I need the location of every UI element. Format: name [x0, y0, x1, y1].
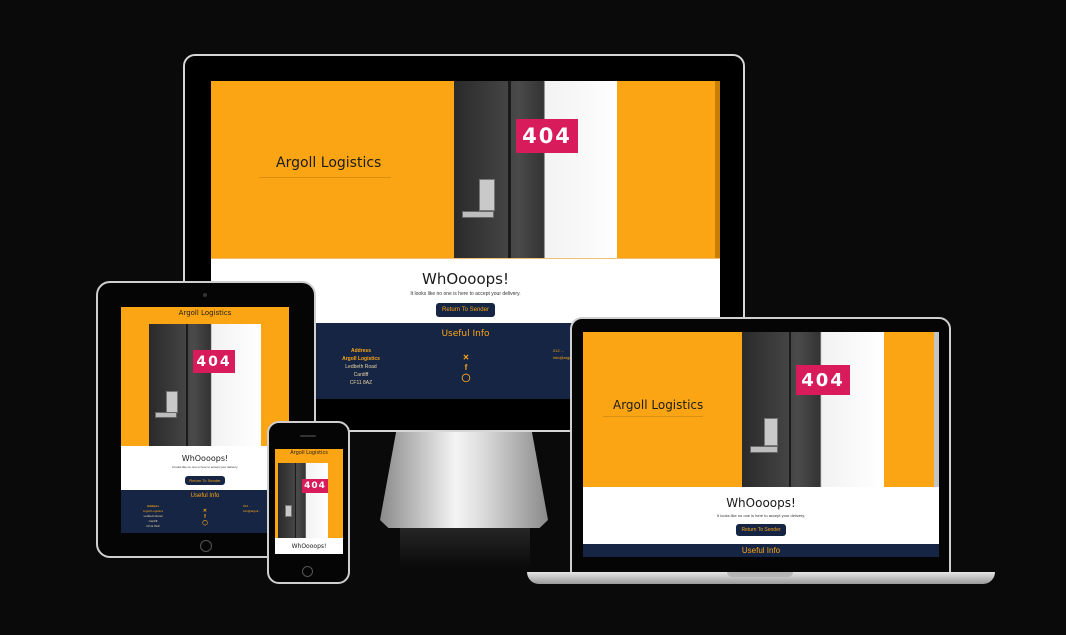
phone-hero: Argoll Logistics 404 [275, 449, 343, 538]
laptop-footer-title: Useful Info [741, 546, 781, 555]
tablet-hero: Argoll Logistics 404 [121, 307, 289, 446]
laptop-footer: Useful Info [583, 544, 939, 557]
address-line-1: Argoll Logistics [342, 356, 380, 362]
address-line-2: Ledbeth Road [345, 364, 377, 370]
address-line-3: Cardiff [353, 372, 369, 378]
tablet-camera [203, 293, 207, 297]
phone-speaker [300, 435, 316, 437]
hero-banner: Argoll Logistics 404 [211, 81, 720, 258]
monitor-stand-base-shadow [400, 528, 530, 568]
x-icon[interactable]: ✕ [460, 353, 472, 363]
tablet-footer: Useful Info Address Argoll Logistics Led… [121, 490, 289, 533]
instagram-icon[interactable]: ◯ [460, 373, 472, 383]
tablet-footer-social: ✕ f ◯ [201, 508, 209, 526]
laptop-hero: Argoll Logistics 404 [583, 332, 939, 502]
tablet-instagram-icon[interactable]: ◯ [201, 520, 209, 526]
laptop-screen: Argoll Logistics 404 WhOooops! It looks … [583, 332, 939, 557]
phone-brand-title[interactable]: Argoll Logistics [275, 450, 343, 456]
laptop-error-subtext: It looks like no one is here to accept y… [716, 513, 806, 518]
brand-underline [259, 177, 391, 178]
door-handle [462, 211, 494, 218]
tablet-door-gap [186, 324, 188, 446]
address-line-4: CF11 8AZ [349, 380, 373, 386]
tablet-door-photo: 404 [149, 324, 261, 446]
footer-address: Address Argoll Logistics Ledbeth Road Ca… [326, 347, 396, 387]
laptop-error-404-sign: 404 [796, 365, 850, 395]
tablet-door-handle [155, 412, 177, 418]
tablet-door-lock [166, 391, 178, 413]
footer-social: ✕ f ◯ [460, 353, 472, 383]
laptop-door-handle [750, 446, 778, 453]
tablet-address-line-4: CF11 8AZ [146, 524, 160, 528]
phone-screen: Argoll Logistics 404 WhOooops! [275, 449, 343, 554]
tablet-brand-title[interactable]: Argoll Logistics [121, 309, 289, 317]
laptop-scrollbar[interactable] [934, 332, 939, 502]
tablet-screen: Argoll Logistics 404 WhOooops! It looks … [121, 307, 289, 533]
phone-error-content: WhOooops! [275, 538, 343, 554]
phone-door-gap [295, 463, 296, 538]
laptop-door-gap [789, 332, 791, 487]
laptop-brand-underline [603, 416, 703, 417]
address-title: Address [350, 348, 371, 354]
return-to-sender-button[interactable]: Return To Sender [436, 303, 495, 317]
tablet-home-button[interactable] [200, 540, 212, 552]
facebook-icon[interactable]: f [460, 363, 472, 373]
laptop-error-content: WhOooops! It looks like no one is here t… [583, 487, 939, 544]
phone-door-lock [285, 505, 292, 517]
door-lock [479, 179, 495, 211]
laptop-return-button[interactable]: Return To Sender [736, 524, 786, 536]
error-404-sign: 404 [516, 119, 578, 153]
phone-door-photo: 404 [278, 463, 328, 538]
laptop-error-heading: WhOooops! [726, 496, 796, 510]
phone-error-404-sign: 404 [302, 479, 328, 493]
tablet-error-heading: WhOooops! [181, 454, 229, 463]
scrollbar[interactable] [715, 81, 720, 258]
door-gap [508, 81, 511, 258]
monitor-stand [380, 428, 548, 528]
laptop-door-lock [764, 418, 778, 446]
tablet-error-subtext: It looks like no one is here to accept y… [171, 465, 239, 469]
tablet-return-button[interactable]: Return To Sender [185, 476, 225, 485]
tablet-error-content: WhOooops! It looks like no one is here t… [121, 446, 289, 490]
laptop-door-photo: 404 [742, 332, 884, 487]
phone-error-heading: WhOooops! [291, 543, 327, 550]
tablet-footer-title: Useful Info [190, 493, 220, 499]
door-photo: 404 [454, 81, 617, 258]
laptop-brand-title[interactable]: Argoll Logistics [613, 398, 703, 412]
brand-title[interactable]: Argoll Logistics [276, 155, 381, 171]
laptop-notch [727, 572, 793, 577]
tablet-error-404-sign: 404 [193, 350, 235, 373]
tablet-footer-address: Address Argoll Logistics Ledbeth Road Ca… [129, 504, 177, 529]
phone-home-button[interactable] [302, 566, 313, 577]
